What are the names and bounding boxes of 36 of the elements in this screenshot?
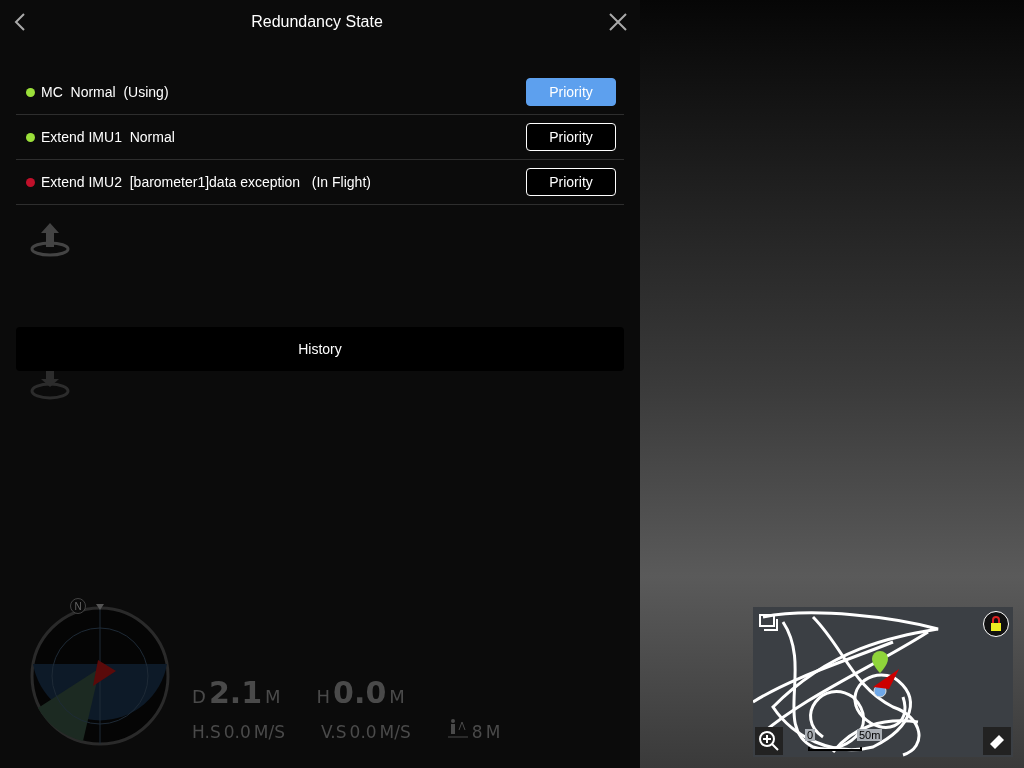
telemetry-value: 2.1: [208, 675, 263, 710]
scale-label: 50m: [857, 729, 883, 741]
telemetry-value: 0.0: [349, 722, 377, 742]
eraser-button[interactable]: [983, 727, 1011, 755]
scale-label: 0: [805, 729, 816, 741]
telemetry-value: 8: [471, 722, 483, 742]
lock-button[interactable]: [983, 611, 1009, 637]
telemetry-unit: M/S: [253, 722, 285, 742]
telemetry-unit: M: [265, 686, 281, 707]
home-marker-icon: [872, 651, 888, 673]
telemetry-value: 0.0: [223, 722, 251, 742]
priority-button[interactable]: Priority: [526, 123, 616, 151]
lock-icon: [989, 615, 1003, 633]
scale-bar: [808, 747, 862, 751]
module-status: Extend IMU2 [barometer1]data exception (In Flight): [41, 174, 371, 190]
window-title: Redundancy State: [251, 13, 383, 31]
telemetry-unit: M: [485, 722, 501, 742]
map-view[interactable]: 0 50m: [753, 607, 1013, 757]
module-status: MC Normal (Using): [41, 84, 169, 100]
module-status: Extend IMU1 Normal: [41, 129, 175, 145]
history-button[interactable]: History: [16, 327, 624, 371]
priority-button[interactable]: Priority: [526, 168, 616, 196]
telemetry-label: H.S: [192, 722, 221, 742]
back-button[interactable]: [14, 12, 26, 32]
zoom-in-icon: [758, 730, 780, 752]
aircraft-icon: [873, 669, 899, 698]
north-indicator: N: [70, 598, 86, 614]
close-button[interactable]: [608, 12, 628, 32]
layers-icon: [758, 613, 780, 633]
telemetry-label: V.S: [320, 722, 347, 742]
telemetry-unit: M/S: [379, 722, 411, 742]
zoom-in-button[interactable]: [755, 727, 783, 755]
telemetry-unit: M: [389, 686, 405, 707]
telemetry-value: 0.0: [333, 675, 387, 710]
telemetry-label: H: [316, 686, 331, 707]
telemetry-label: D: [192, 686, 206, 707]
